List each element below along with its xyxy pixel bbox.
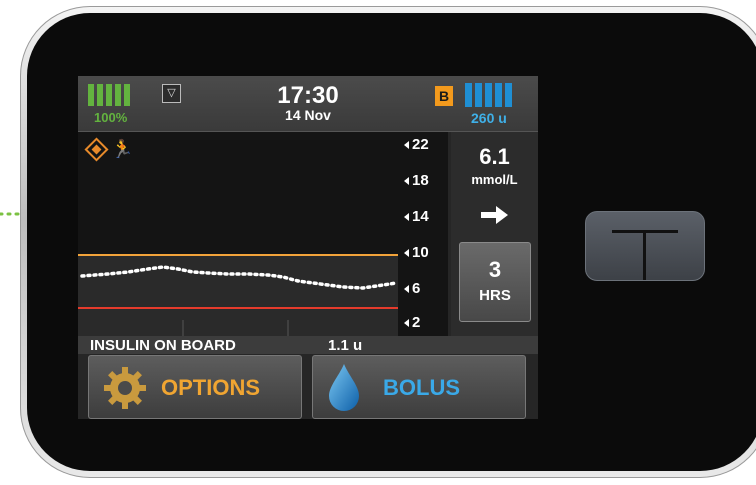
timescale-label: HRS bbox=[479, 287, 511, 304]
bolus-button[interactable]: BOLUS bbox=[312, 355, 526, 419]
gear-icon bbox=[104, 367, 146, 409]
bolus-label: BOLUS bbox=[383, 375, 460, 400]
glucose-unit: mmol/L bbox=[471, 172, 518, 187]
tick-arrow-icon bbox=[404, 141, 409, 150]
insulin-on-board-bar: INSULIN ON BOARD 1.1 u bbox=[78, 336, 538, 354]
clock-date: 14 Nov bbox=[285, 107, 331, 123]
iob-value: 1.1 u bbox=[328, 337, 363, 354]
axis-label: 22 bbox=[412, 136, 429, 153]
status-bar: 100% ▽ 17:30 14 Nov B 260 u bbox=[78, 76, 538, 132]
axis-label: 18 bbox=[412, 172, 429, 189]
tick-arrow-icon bbox=[404, 319, 409, 328]
options-button[interactable]: OPTIONS bbox=[88, 355, 302, 419]
cgm-graph[interactable]: 🏃 bbox=[78, 132, 398, 336]
axis-label: 6 bbox=[412, 280, 421, 297]
timescale-hours: 3 bbox=[488, 257, 502, 282]
iob-label: INSULIN ON BOARD bbox=[90, 337, 236, 354]
insulin-drop-icon bbox=[329, 364, 359, 411]
right-arrow-icon bbox=[481, 206, 508, 224]
touchscreen: 100% ▽ 17:30 14 Nov B 260 u 🏃 22 18 14 1… bbox=[78, 76, 538, 419]
reading-panel: 6.1 mmol/L 3 HRS bbox=[451, 132, 538, 336]
basal-badge: B bbox=[435, 86, 453, 106]
glucose-axis: 22 18 14 10 6 2 bbox=[398, 132, 448, 336]
tick-arrow-icon bbox=[404, 285, 409, 294]
glucose-value: 6.1 bbox=[479, 144, 510, 169]
tick-arrow-icon bbox=[404, 249, 409, 258]
graph-canvas bbox=[78, 254, 398, 336]
home-button[interactable] bbox=[585, 211, 705, 281]
axis-label: 14 bbox=[412, 208, 429, 225]
timescale-button[interactable]: 3 HRS bbox=[459, 242, 531, 322]
options-label: OPTIONS bbox=[161, 375, 261, 400]
insulin-units: 260 u bbox=[471, 110, 507, 126]
insulin-level-icon bbox=[465, 83, 512, 107]
target-range-band bbox=[78, 255, 398, 336]
axis-label: 2 bbox=[412, 314, 421, 331]
axis-label: 10 bbox=[412, 244, 429, 261]
tick-arrow-icon bbox=[404, 213, 409, 222]
tick-arrow-icon bbox=[404, 177, 409, 186]
